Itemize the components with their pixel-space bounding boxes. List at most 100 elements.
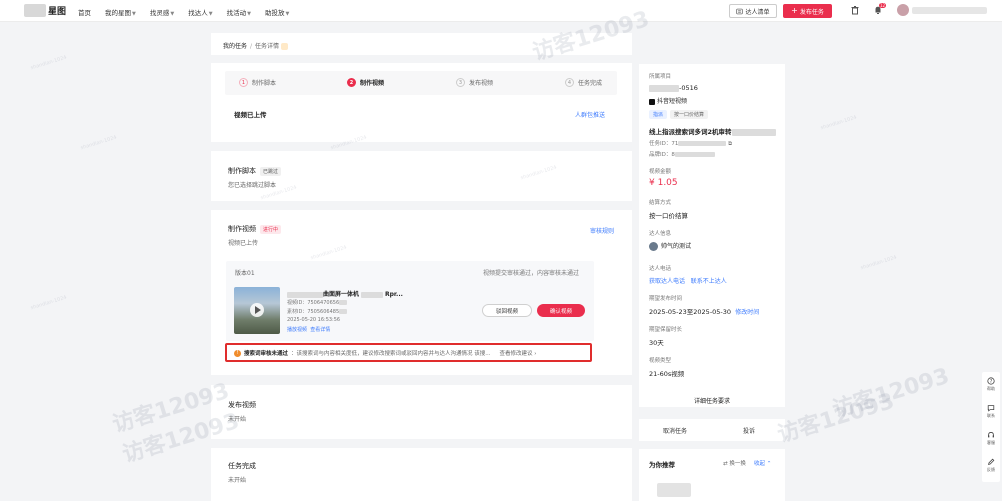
list-icon xyxy=(736,8,744,14)
tool-label: 联系 xyxy=(987,413,995,418)
redacted-text xyxy=(649,84,679,92)
trash-icon[interactable] xyxy=(850,5,860,15)
chevron-down-icon: ▼ xyxy=(132,11,136,17)
phone-links: 获取达人电话 联系不上达人 xyxy=(649,276,727,285)
project-id-suffix: -0516 xyxy=(679,84,698,92)
redacted-text xyxy=(339,309,348,314)
nav-item-inspiration[interactable]: 找灵感▼ xyxy=(150,7,174,17)
feedback-tool[interactable]: 反馈 xyxy=(982,458,1000,473)
publish-task-button[interactable]: + 发布任务 xyxy=(783,4,832,18)
plus-icon: + xyxy=(791,6,798,15)
watermark-small: shandian-1024 xyxy=(79,134,118,152)
breadcrumb-my-tasks[interactable]: 我的任务 xyxy=(223,43,247,50)
refresh-button[interactable]: ⇄ 换一换 xyxy=(723,459,746,467)
creator-label: 达人信息 xyxy=(649,231,672,237)
nav-item-creators[interactable]: 找达人▼ xyxy=(188,7,212,17)
video-timestamp: 2025-05-20 16:53:56 xyxy=(287,317,341,323)
confirm-video-button[interactable]: 确认视频 xyxy=(537,304,585,317)
chevron-down-icon: ▼ xyxy=(247,11,251,17)
redacted-text xyxy=(361,291,384,298)
nav-item-home[interactable]: 首页 xyxy=(78,7,91,17)
get-phone-link[interactable]: 获取达人电话 xyxy=(649,278,685,285)
task-id: 任务ID：71 ⧉ xyxy=(649,139,732,148)
redacted-text xyxy=(731,128,776,136)
chevron-right-icon: › xyxy=(534,351,537,357)
copy-icon[interactable]: ⧉ xyxy=(726,141,732,147)
headset-icon xyxy=(988,432,994,438)
task-id-prefix: 71 xyxy=(671,141,679,147)
type-label: 视频类型 xyxy=(649,358,672,364)
recommend-title: 为你推荐 xyxy=(649,461,675,469)
publish-task-label: 发布任务 xyxy=(799,8,824,16)
upload-status: 视频已上传 xyxy=(234,111,267,119)
step-number: 3 xyxy=(456,78,465,87)
audience-push-link[interactable]: 人群包推送 xyxy=(575,110,605,119)
task-requirements-link[interactable]: 详细任务要求 xyxy=(694,396,730,405)
video-title: 曲面屏一体机 Rpr... xyxy=(287,289,403,298)
item-id-text: 素材ID：7505606485 xyxy=(287,309,340,315)
notification-badge: 12 xyxy=(879,3,887,8)
creator-list-button[interactable]: 达人清单 xyxy=(729,4,777,18)
task-type-icon xyxy=(281,43,289,50)
item-id: 素材ID：7505606485 xyxy=(287,308,348,315)
brand-logo[interactable]: 星图 xyxy=(24,4,66,17)
avatar[interactable] xyxy=(897,4,909,16)
refresh-icon: ⇄ xyxy=(723,461,728,467)
step-label: 发布视频 xyxy=(469,80,494,87)
tag-assign: 指派 xyxy=(649,110,668,119)
view-suggestion-link[interactable]: 查看修改建议 › xyxy=(500,349,537,357)
creator-avatar xyxy=(649,242,658,251)
creator-info[interactable]: 帅气的测试 xyxy=(649,241,691,251)
redacted-text xyxy=(287,291,323,298)
complete-card xyxy=(211,448,632,501)
hold-value: 30天 xyxy=(649,339,664,347)
phone-label: 达人电话 xyxy=(649,266,672,272)
video-section-desc: 视频已上传 xyxy=(228,240,259,247)
step-number: 4 xyxy=(565,78,574,87)
step-label: 制作脚本 xyxy=(252,80,277,87)
cannot-contact-link[interactable]: 联系不上达人 xyxy=(691,278,727,285)
section-title-text: 制作视频 xyxy=(228,225,256,233)
view-details-link[interactable]: 查看详情 xyxy=(310,327,330,333)
amount-label: 视频金额 xyxy=(649,169,672,175)
play-icon xyxy=(250,303,264,317)
publish-card xyxy=(211,385,632,439)
watermark-small: shandian-1024 xyxy=(29,54,68,72)
play-video-link[interactable]: 播放视频 xyxy=(287,327,307,333)
breadcrumb: 我的任务 / 任务详情 xyxy=(223,41,289,50)
collapse-button[interactable]: 收起 ⌃ xyxy=(754,459,771,467)
section-title-text: 制作脚本 xyxy=(228,167,256,175)
watermark: 访客12093 xyxy=(829,363,953,423)
period-value: 2025-05-23至2025-05-30 xyxy=(649,308,732,316)
collapse-label: 收起 xyxy=(754,461,766,467)
nav-item-ads[interactable]: 助投放▼ xyxy=(265,7,289,17)
breadcrumb-separator: / xyxy=(250,43,253,50)
nav-item-my-xingtu[interactable]: 我的星图▼ xyxy=(105,7,136,17)
nav-item-label: 找灵感 xyxy=(149,9,170,17)
chevron-up-icon: ⌃ xyxy=(766,461,772,467)
service-tool[interactable]: 客服 xyxy=(982,431,1000,446)
watermark-small: shandian-1024 xyxy=(29,294,68,312)
edit-time-link[interactable]: 修改时间 xyxy=(735,309,759,316)
brand-id: 品牌ID：8 xyxy=(649,150,715,158)
settle-value: 按一口价结算 xyxy=(649,212,688,220)
complain-button[interactable]: 投诉 xyxy=(743,426,755,435)
contact-tool[interactable]: 联系 xyxy=(982,404,1000,419)
cancel-task-button[interactable]: 取消任务 xyxy=(663,426,687,435)
review-rules-link[interactable]: 审核规则 xyxy=(590,226,614,235)
task-id-label: 任务ID： xyxy=(649,141,672,147)
nav-item-events[interactable]: 找活动▼ xyxy=(227,7,251,17)
video-id-text: 视频ID：7506470656 xyxy=(287,300,340,306)
chevron-down-icon: ▼ xyxy=(170,11,175,17)
reject-video-button[interactable]: 驳回视频 xyxy=(482,304,532,317)
recommend-panel: 为你推荐 ⇄ 换一换 收起 ⌃ xyxy=(639,449,785,501)
redacted-text xyxy=(678,141,727,146)
tool-label: 帮助 xyxy=(987,386,995,391)
refresh-label: 换一换 xyxy=(729,461,746,467)
type-value: 21-60s视频 xyxy=(649,370,685,378)
chat-icon xyxy=(987,405,995,412)
settle-label: 结算方式 xyxy=(649,200,672,206)
step-number: 2 xyxy=(347,78,356,87)
video-thumbnail[interactable] xyxy=(234,287,280,334)
help-tool[interactable]: ? 帮助 xyxy=(982,377,1000,392)
